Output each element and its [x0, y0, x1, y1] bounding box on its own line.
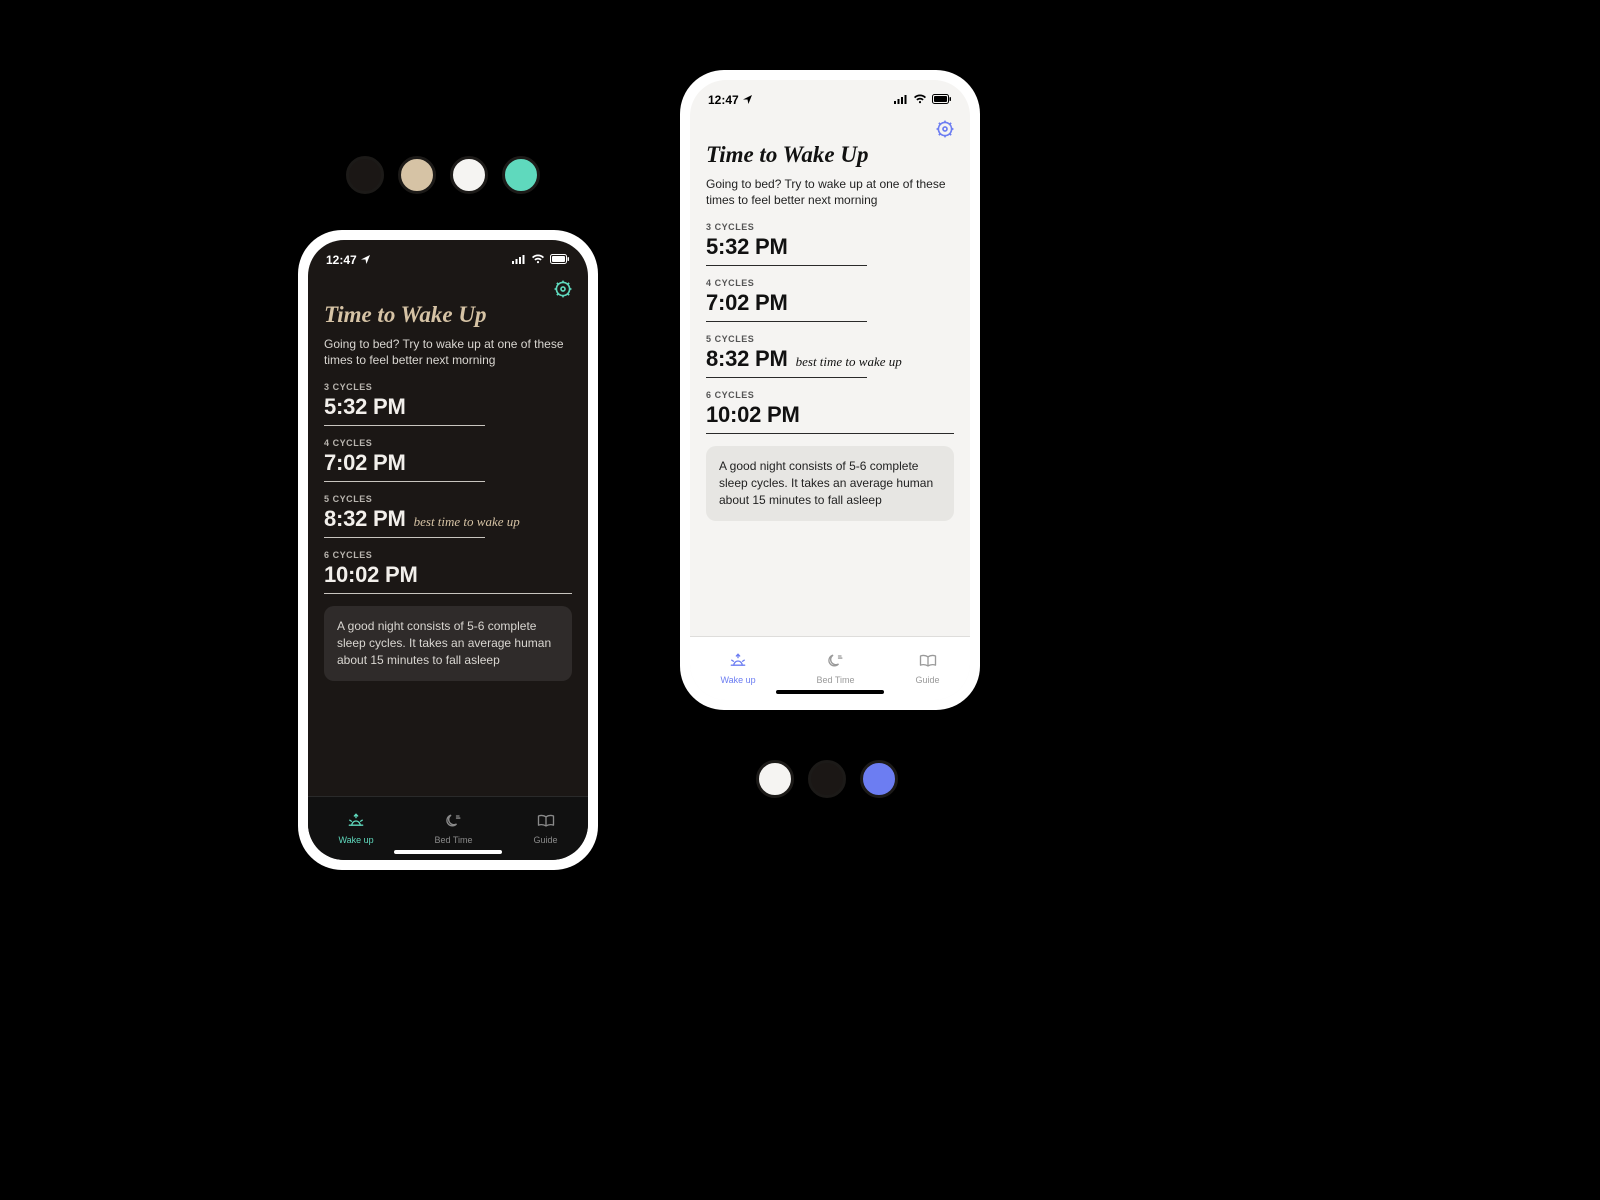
- divider: [324, 425, 485, 426]
- palette-dark: [346, 156, 540, 194]
- cycle-note: best time to wake up: [796, 354, 902, 370]
- settings-button[interactable]: [934, 118, 956, 140]
- home-indicator[interactable]: [776, 690, 884, 694]
- swatch: [860, 760, 898, 798]
- cycle-item[interactable]: 4 CYCLES 7:02 PM: [324, 438, 572, 482]
- divider: [706, 377, 867, 378]
- cycle-time: 5:32 PM: [324, 394, 406, 420]
- swatch: [502, 156, 540, 194]
- book-icon: [536, 812, 556, 832]
- moon-icon: [444, 812, 464, 832]
- phone-dark: 12:47: [298, 230, 598, 870]
- cycle-item[interactable]: 3 CYCLES 5:32 PM: [324, 382, 572, 426]
- book-icon: [918, 652, 938, 672]
- tab-label: Wake up: [720, 675, 755, 685]
- tab-bed-time[interactable]: Bed Time: [817, 652, 855, 685]
- cycle-time: 7:02 PM: [706, 290, 788, 316]
- tab-label: Bed Time: [817, 675, 855, 685]
- divider: [706, 265, 867, 266]
- status-time: 12:47: [708, 93, 739, 107]
- wifi-icon: [913, 93, 927, 107]
- cycle-item[interactable]: 6 CYCLES 10:02 PM: [706, 390, 954, 434]
- cycle-time: 8:32 PM: [706, 346, 788, 372]
- tab-guide[interactable]: Guide: [533, 812, 557, 845]
- location-icon: [361, 253, 370, 267]
- divider: [324, 537, 485, 538]
- sunrise-icon: [346, 812, 366, 832]
- cycle-item[interactable]: 6 CYCLES 10:02 PM: [324, 550, 572, 594]
- home-indicator[interactable]: [394, 850, 502, 854]
- cycle-time: 10:02 PM: [324, 562, 418, 588]
- cycle-label: 5 CYCLES: [324, 494, 572, 504]
- swatch: [808, 760, 846, 798]
- tab-bed-time[interactable]: Bed Time: [435, 812, 473, 845]
- tab-guide[interactable]: Guide: [915, 652, 939, 685]
- phone-light: 12:47: [680, 70, 980, 710]
- tab-label: Guide: [533, 835, 557, 845]
- cycle-label: 3 CYCLES: [706, 222, 954, 232]
- cycle-note: best time to wake up: [414, 514, 520, 530]
- tip-box: A good night consists of 5-6 complete sl…: [706, 446, 954, 520]
- swatch: [756, 760, 794, 798]
- tab-wake-up[interactable]: Wake up: [338, 812, 373, 845]
- status-bar: 12:47: [308, 240, 588, 272]
- cycle-label: 4 CYCLES: [706, 278, 954, 288]
- cycle-time: 8:32 PM: [324, 506, 406, 532]
- cycle-label: 6 CYCLES: [706, 390, 954, 400]
- divider: [324, 481, 485, 482]
- cycle-time: 10:02 PM: [706, 402, 800, 428]
- tab-label: Guide: [915, 675, 939, 685]
- cycle-time: 5:32 PM: [706, 234, 788, 260]
- cycle-label: 6 CYCLES: [324, 550, 572, 560]
- page-title: Time to Wake Up: [706, 142, 954, 168]
- sunrise-icon: [728, 652, 748, 672]
- divider: [706, 433, 954, 434]
- swatch: [398, 156, 436, 194]
- cycle-time: 7:02 PM: [324, 450, 406, 476]
- cellular-icon: [512, 253, 526, 267]
- battery-icon: [550, 253, 570, 267]
- tab-label: Wake up: [338, 835, 373, 845]
- location-icon: [743, 93, 752, 107]
- cycle-label: 5 CYCLES: [706, 334, 954, 344]
- page-title: Time to Wake Up: [324, 302, 572, 328]
- swatch: [346, 156, 384, 194]
- tip-box: A good night consists of 5-6 complete sl…: [324, 606, 572, 680]
- palette-light: [756, 760, 898, 798]
- cellular-icon: [894, 93, 908, 107]
- cycle-item[interactable]: 5 CYCLES 8:32 PM best time to wake up: [706, 334, 954, 378]
- wifi-icon: [531, 253, 545, 267]
- swatch: [450, 156, 488, 194]
- cycle-label: 4 CYCLES: [324, 438, 572, 448]
- divider: [706, 321, 867, 322]
- status-time: 12:47: [326, 253, 357, 267]
- status-bar: 12:47: [690, 80, 970, 112]
- moon-icon: [826, 652, 846, 672]
- tab-label: Bed Time: [435, 835, 473, 845]
- battery-icon: [932, 93, 952, 107]
- cycle-label: 3 CYCLES: [324, 382, 572, 392]
- cycle-item[interactable]: 4 CYCLES 7:02 PM: [706, 278, 954, 322]
- divider: [324, 593, 572, 594]
- tab-wake-up[interactable]: Wake up: [720, 652, 755, 685]
- cycle-item[interactable]: 3 CYCLES 5:32 PM: [706, 222, 954, 266]
- page-subtitle: Going to bed? Try to wake up at one of t…: [324, 336, 572, 368]
- settings-button[interactable]: [552, 278, 574, 300]
- page-subtitle: Going to bed? Try to wake up at one of t…: [706, 176, 954, 208]
- cycle-item[interactable]: 5 CYCLES 8:32 PM best time to wake up: [324, 494, 572, 538]
